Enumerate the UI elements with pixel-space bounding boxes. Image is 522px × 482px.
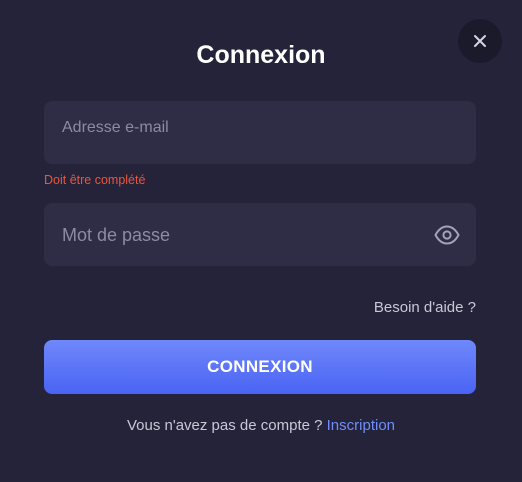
login-button[interactable]: CONNEXION	[44, 340, 476, 394]
email-error-message: Doit être complété	[44, 173, 146, 187]
email-field-container	[44, 101, 476, 164]
email-field[interactable]	[62, 118, 458, 138]
signup-prompt: Vous n'avez pas de compte ?	[126, 417, 327, 434]
password-field[interactable]	[62, 222, 434, 247]
eye-icon	[434, 225, 460, 244]
login-modal: Connexion Doit être complété Besoin d'ai…	[0, 0, 522, 482]
password-field-container	[44, 203, 476, 266]
show-password-button[interactable]	[434, 222, 460, 248]
signup-link[interactable]: Inscription	[327, 417, 395, 434]
help-link[interactable]: Besoin d'aide ?	[374, 298, 476, 318]
signup-row: Vous n'avez pas de compte ? Inscription	[0, 416, 522, 436]
modal-title: Connexion	[196, 41, 326, 69]
